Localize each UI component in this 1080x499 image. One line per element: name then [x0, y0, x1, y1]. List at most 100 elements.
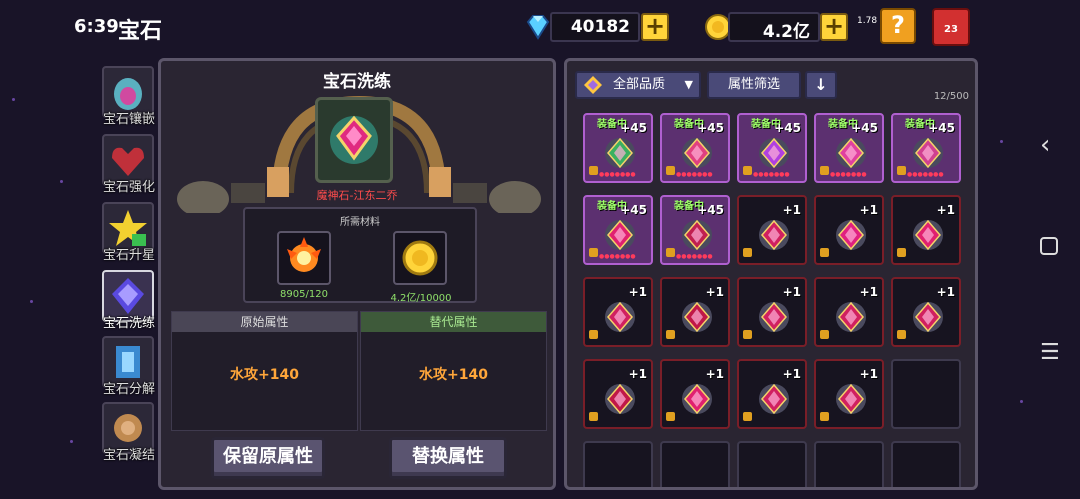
quality-filter-label: 全部品质: [612, 77, 665, 92]
lock-icon: [666, 412, 675, 421]
back-nav-icon[interactable]: ‹: [1040, 130, 1050, 160]
gem-icon: [759, 383, 789, 415]
gem-icon: [836, 301, 866, 333]
tab-gem-condense[interactable]: 宝石凝结: [98, 402, 156, 466]
empty-gem-slot[interactable]: [891, 359, 961, 429]
star-rating-icon: ●●●●●●●: [599, 171, 636, 178]
gem-icon: [605, 301, 635, 333]
gem-icon: [682, 219, 712, 251]
gem-icon: [913, 219, 943, 251]
empty-gem-slot[interactable]: [814, 441, 884, 487]
home-nav-icon[interactable]: [1040, 236, 1058, 261]
gem-slot[interactable]: 装备中 +45 ●●●●●●●: [583, 113, 653, 183]
gem-slot[interactable]: 装备中 +45 ●●●●●●●: [737, 113, 807, 183]
add-coins-button[interactable]: +: [820, 13, 848, 41]
gem-icon: [605, 137, 635, 169]
gem-slot[interactable]: +1: [891, 277, 961, 347]
gem-icon: [682, 383, 712, 415]
bg-star: [12, 98, 15, 101]
gem-slot[interactable]: +1: [660, 359, 730, 429]
gem-slot[interactable]: +1: [814, 359, 884, 429]
battery-indicator: 23: [944, 24, 958, 35]
gold-coin-icon: [402, 240, 438, 276]
gem-slot[interactable]: +1: [660, 277, 730, 347]
empty-gem-slot[interactable]: [891, 441, 961, 487]
original-attribute-column: 原始属性 水攻+140: [171, 311, 358, 431]
tab-gem-refine[interactable]: 宝石洗练: [98, 270, 156, 334]
gem-slot[interactable]: +1: [814, 195, 884, 265]
tab-gem-star[interactable]: 宝石升星: [98, 202, 156, 266]
gem-name: 魔神石-江东二乔: [316, 189, 398, 202]
star-rating-icon: ●●●●●●●: [753, 171, 790, 178]
gem-slot[interactable]: +1: [814, 277, 884, 347]
star-rating-icon: ●●●●●●●: [676, 171, 713, 178]
diamond-count: 40182: [570, 17, 630, 37]
gem-icon: [605, 219, 635, 251]
quality-filter-dropdown[interactable]: 全部品质 ▼: [575, 71, 701, 99]
replace-attribute-header: 替代属性: [361, 312, 546, 332]
gem-icon: [759, 219, 789, 251]
original-attribute-header: 原始属性: [172, 312, 357, 332]
lock-icon: [666, 166, 675, 175]
arrow-down-icon: ↓: [814, 75, 828, 94]
gem-refine-panel: 宝石洗练 魔神石-江东二乔 所需材料 8905/120 4.2亿/10000 原…: [158, 58, 556, 490]
gem-icon: [836, 383, 866, 415]
gem-slot[interactable]: +1: [891, 195, 961, 265]
attribute-filter-button[interactable]: 属性筛选: [707, 71, 801, 99]
star-rating-icon: ●●●●●●●: [676, 253, 713, 260]
lock-icon: [666, 330, 675, 339]
add-diamonds-button[interactable]: +: [641, 13, 669, 41]
tab-gem-decompose[interactable]: 宝石分解: [98, 336, 156, 400]
gem-icon: [759, 137, 789, 169]
replace-attribute-value: 水攻+140: [419, 367, 488, 383]
keep-original-button[interactable]: 保留原属性: [211, 437, 325, 479]
gem-slot[interactable]: +1: [737, 195, 807, 265]
attribute-compare: 原始属性 水攻+140 替代属性 水攻+140: [171, 311, 547, 431]
lock-icon: [743, 248, 752, 257]
gem-icon: [836, 137, 866, 169]
bg-star: [60, 180, 63, 183]
replace-attribute-button[interactable]: 替换属性: [389, 437, 507, 479]
material-slot[interactable]: [393, 231, 447, 285]
tab-gem-enhance[interactable]: 宝石强化: [98, 134, 156, 198]
lock-icon: [820, 248, 829, 257]
gem-slot[interactable]: 装备中 +45 ●●●●●●●: [660, 195, 730, 265]
gem-slot[interactable]: 装备中 +45 ●●●●●●●: [891, 113, 961, 183]
coin-count: 4.2亿: [762, 22, 810, 42]
material-count: 4.2亿/10000: [390, 293, 452, 304]
gem-slot[interactable]: +1: [737, 359, 807, 429]
selected-gem-frame[interactable]: [315, 97, 393, 183]
bg-star: [70, 440, 73, 443]
lock-icon: [897, 248, 906, 257]
gem-slot[interactable]: 装备中 +45 ●●●●●●●: [814, 113, 884, 183]
help-button[interactable]: ?: [880, 8, 916, 44]
close-button[interactable]: 23: [932, 8, 970, 46]
gem-slot[interactable]: 装备中 +45 ●●●●●●●: [583, 195, 653, 265]
star-rating-icon: ●●●●●●●: [830, 171, 867, 178]
gem-icon: [682, 301, 712, 333]
lock-icon: [820, 412, 829, 421]
lock-icon: [820, 330, 829, 339]
chevron-down-icon: ▼: [684, 78, 693, 91]
empty-gem-slot[interactable]: [583, 441, 653, 487]
gem-slot[interactable]: +1: [737, 277, 807, 347]
status-clock: 6:39: [74, 16, 119, 37]
gem-slot[interactable]: +1: [583, 277, 653, 347]
gem-slot[interactable]: 装备中 +45 ●●●●●●●: [660, 113, 730, 183]
empty-gem-slot[interactable]: [737, 441, 807, 487]
coin-counter: 4.2亿: [728, 12, 820, 42]
tab-gem-inlay[interactable]: 宝石镶嵌: [98, 66, 156, 130]
page-title: 宝石: [118, 19, 163, 44]
bg-star: [1020, 400, 1023, 403]
bg-star: [1000, 140, 1003, 143]
tab-label: 宝石凝结: [102, 448, 155, 463]
lock-icon: [589, 248, 598, 257]
sort-button[interactable]: ↓: [805, 71, 837, 99]
material-slot[interactable]: [277, 231, 331, 285]
lock-icon: [820, 166, 829, 175]
material-count: 8905/120: [280, 289, 328, 300]
empty-gem-slot[interactable]: [660, 441, 730, 487]
gem-slot[interactable]: +1: [583, 359, 653, 429]
lock-icon: [589, 330, 598, 339]
menu-nav-icon[interactable]: ☰: [1040, 340, 1060, 365]
